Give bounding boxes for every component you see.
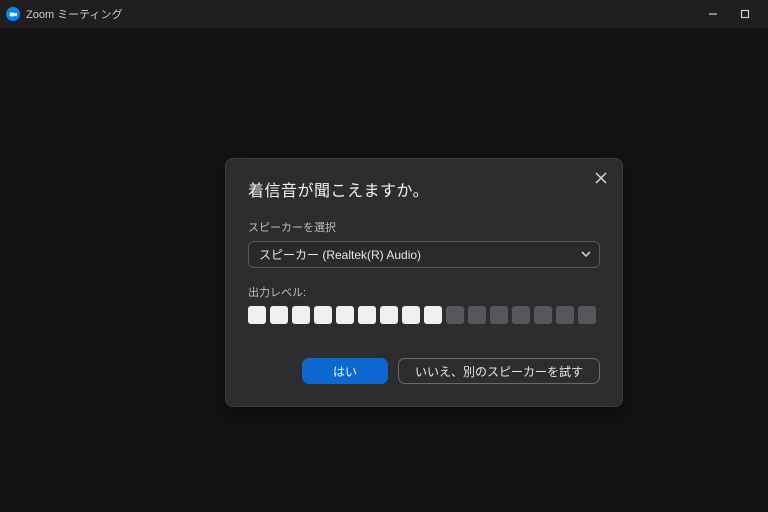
zoom-app-icon [6,7,20,21]
window-titlebar: Zoom ミーティング [0,0,768,28]
level-cell [446,306,464,324]
level-cell [336,306,354,324]
speaker-select-value: スピーカー (Realtek(R) Audio) [259,246,421,263]
level-cell [380,306,398,324]
try-another-speaker-button[interactable]: いいえ、別のスピーカーを試す [398,358,600,384]
level-cell [270,306,288,324]
level-cell [534,306,552,324]
yes-button[interactable]: はい [302,358,388,384]
level-cell [556,306,574,324]
output-level-meter [248,306,600,324]
level-cell [490,306,508,324]
maximize-button[interactable] [738,7,752,21]
window-title: Zoom ミーティング [26,6,706,22]
level-cell [402,306,420,324]
level-cell [578,306,596,324]
level-cell [468,306,486,324]
speaker-test-dialog: 着信音が聞こえますか。 スピーカーを選択 スピーカー (Realtek(R) A… [225,158,623,407]
level-cell [292,306,310,324]
speaker-select[interactable]: スピーカー (Realtek(R) Audio) [248,241,600,268]
dialog-buttons: はい いいえ、別のスピーカーを試す [248,358,600,384]
level-cell [248,306,266,324]
chevron-down-icon [581,248,591,262]
dialog-title: 着信音が聞こえますか。 [248,177,600,201]
speaker-select-label: スピーカーを選択 [248,219,600,235]
window-controls [706,7,762,21]
level-cell [358,306,376,324]
level-cell [314,306,332,324]
minimize-button[interactable] [706,7,720,21]
level-cell [512,306,530,324]
output-level-label: 出力レベル: [248,284,600,300]
close-button[interactable] [592,169,610,187]
level-cell [424,306,442,324]
